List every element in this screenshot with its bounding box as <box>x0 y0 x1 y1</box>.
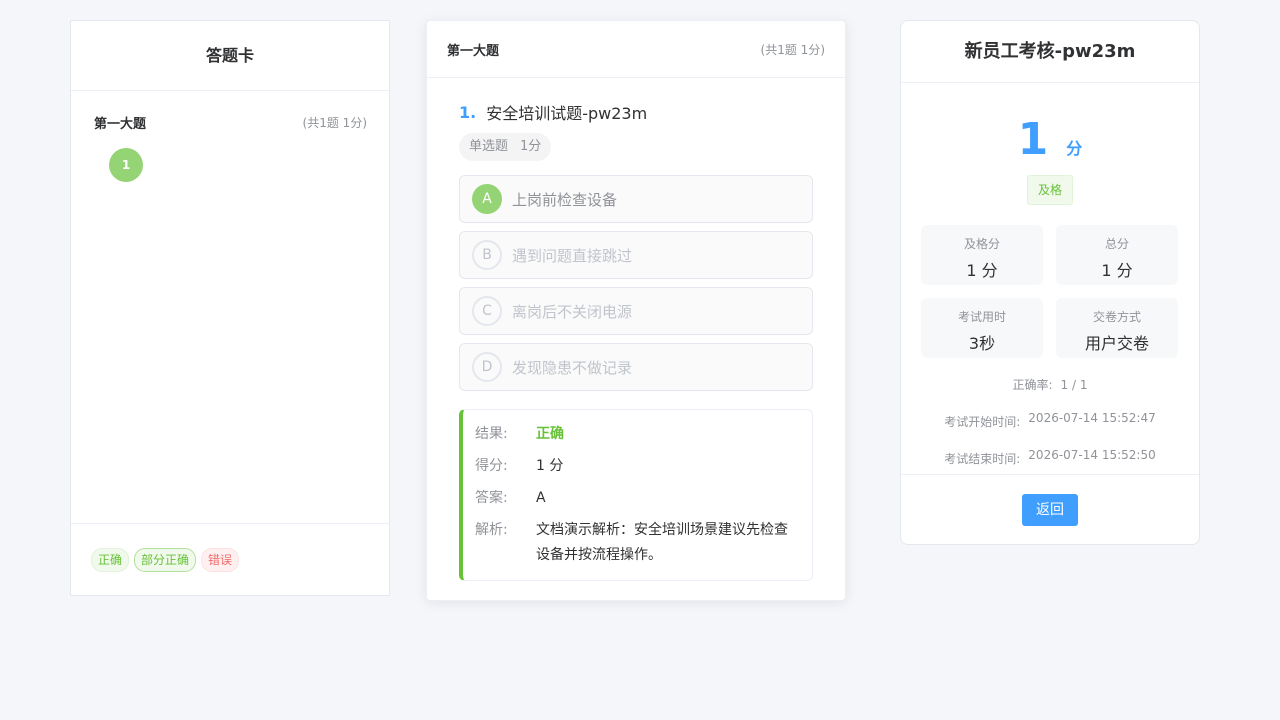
analysis-row: 解析: 文档演示解析：安全培训场景建议先检查设备并按流程操作。 <box>475 520 796 568</box>
pass-status-badge: 及格 <box>1026 175 1073 205</box>
answer-card-title: 答题卡 <box>71 21 389 91</box>
stat-value: 3秒 <box>968 334 996 353</box>
option-text: 离岗后不关闭电源 <box>512 302 633 321</box>
question-type-tag: 单选题 1分 <box>459 133 552 161</box>
stat-label: 总分 <box>1104 237 1129 251</box>
stat-submit-method: 交卷方式 用户交卷 <box>1056 298 1178 358</box>
answer-card-section-name: 第一大题 <box>94 117 147 132</box>
stat-value: 1 分 <box>966 261 998 280</box>
option-letter: D <box>472 352 502 382</box>
back-button[interactable]: 返回 <box>1022 493 1078 526</box>
option-text: 发现隐患不做记录 <box>512 358 633 377</box>
answer-card: 答题卡 第一大题 (共1题 1分) 1 正确 部分正确 错误 <box>70 20 390 596</box>
accuracy-label: 正确率: <box>1012 378 1053 392</box>
score-panel-footer: 返回 <box>901 474 1199 544</box>
stat-total-score: 总分 1 分 <box>1056 225 1178 285</box>
result-row: 结果: 正确 <box>475 424 796 444</box>
analysis-label: 解析: <box>475 522 508 538</box>
option-letter: A <box>472 184 502 214</box>
answer-card-legend: 正确 部分正确 错误 <box>71 523 389 595</box>
exam-info: 正确率: 1 / 1 考试开始时间: 2026-07-14 15:52:47 考… <box>901 376 1199 468</box>
question-type: 单选题 <box>469 139 509 154</box>
result-box: 结果: 正确 得分: 1 分 答案: A 解析: 文档演示解析：安全培训场景建议… <box>459 409 813 581</box>
answer-card-section-meta: (共1题 1分) <box>302 116 367 130</box>
stat-label: 交卷方式 <box>1092 310 1141 324</box>
score-value: 1 分 <box>536 458 564 474</box>
option-letter: C <box>472 296 502 326</box>
analysis-value: 文档演示解析：安全培训场景建议先检查设备并按流程操作。 <box>536 522 788 563</box>
option-list: A 上岗前检查设备 B 遇到问题直接跳过 C 离岗后不关闭电源 D 发现隐患不做… <box>459 175 813 391</box>
result-value: 正确 <box>536 426 564 442</box>
stat-label: 考试用时 <box>957 310 1006 324</box>
exam-title: 新员工考核-pw23m <box>901 21 1199 83</box>
stat-value: 1 分 <box>1101 261 1133 280</box>
score-label: 得分: <box>475 458 508 474</box>
answer-card-numbers: 1 <box>71 132 389 182</box>
score-number: 1 <box>1017 114 1049 165</box>
question-number-button[interactable]: 1 <box>109 148 143 182</box>
start-time-row: 考试开始时间: 2026-07-14 15:52:47 <box>901 409 1199 431</box>
option-text: 遇到问题直接跳过 <box>512 246 633 265</box>
question-section-header: 第一大题 (共1题 1分) <box>427 21 845 78</box>
question-panel: 第一大题 (共1题 1分) 1. 安全培训试题-pw23m 单选题 1分 A 上岗… <box>426 20 846 601</box>
stats-grid: 及格分 1 分 总分 1 分 考试用时 3秒 交卷方式 用户交卷 <box>901 225 1199 358</box>
result-label: 结果: <box>475 426 508 442</box>
accuracy-row: 正确率: 1 / 1 <box>901 376 1199 394</box>
end-time-row: 考试结束时间: 2026-07-14 15:52:50 <box>901 446 1199 468</box>
option-text: 上岗前检查设备 <box>512 190 618 209</box>
start-time-value: 2026-07-14 15:52:47 <box>1028 411 1156 425</box>
stat-duration: 考试用时 3秒 <box>921 298 1043 358</box>
answer-value: A <box>536 490 546 506</box>
question-section-meta: (共1题 1分) <box>760 42 825 57</box>
option-b[interactable]: B 遇到问题直接跳过 <box>459 231 813 279</box>
score-panel: 新员工考核-pw23m 1 分 及格 及格分 1 分 总分 1 分 考试用时 3… <box>900 20 1200 545</box>
start-time-label: 考试开始时间: <box>944 415 1021 429</box>
option-letter: B <box>472 240 502 270</box>
question-points: 1分 <box>520 139 542 154</box>
score-unit: 分 <box>1066 139 1083 158</box>
accuracy-value: 1 / 1 <box>1060 378 1088 392</box>
answer-card-section: 第一大题 (共1题 1分) <box>71 113 389 132</box>
option-c[interactable]: C 离岗后不关闭电源 <box>459 287 813 335</box>
total-score: 1 分 <box>901 117 1199 163</box>
legend-correct-tag: 正确 <box>91 547 130 572</box>
score-row: 得分: 1 分 <box>475 456 796 476</box>
question-text: 安全培训试题-pw23m <box>486 104 648 123</box>
legend-partial-tag: 部分正确 <box>134 547 197 572</box>
question-index: 1. <box>459 102 477 122</box>
stat-label: 及格分 <box>963 237 1000 251</box>
question-title: 1. 安全培训试题-pw23m <box>459 100 813 124</box>
stat-value: 用户交卷 <box>1084 334 1149 353</box>
option-d[interactable]: D 发现隐患不做记录 <box>459 343 813 391</box>
option-a[interactable]: A 上岗前检查设备 <box>459 175 813 223</box>
answer-label: 答案: <box>475 490 508 506</box>
answer-row: 答案: A <box>475 488 796 508</box>
end-time-label: 考试结束时间: <box>944 452 1021 466</box>
question-section-name: 第一大题 <box>447 43 500 59</box>
stat-pass-score: 及格分 1 分 <box>921 225 1043 285</box>
legend-wrong-tag: 错误 <box>201 547 240 572</box>
end-time-value: 2026-07-14 15:52:50 <box>1028 448 1156 462</box>
